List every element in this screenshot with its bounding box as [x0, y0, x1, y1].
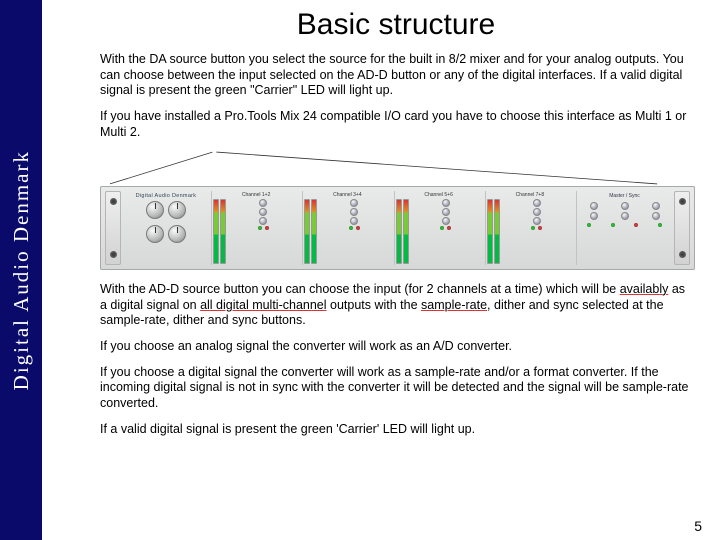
text-run: outputs with the: [327, 298, 422, 312]
rack-brand-label: Digital Audio Denmark: [126, 193, 206, 199]
knob-icon[interactable]: [590, 212, 598, 220]
knob-icon[interactable]: [146, 225, 164, 243]
led-icon: [658, 223, 662, 227]
knob-icon[interactable]: [442, 199, 450, 207]
pointer-lines: [100, 150, 692, 186]
channel-label: Channel 3+4: [304, 192, 390, 198]
channel-group: Channel 3+4: [302, 191, 391, 265]
led-icon: [611, 223, 615, 227]
spellcheck-underline: sample-rate: [421, 298, 487, 312]
level-meter-icon: [494, 199, 500, 264]
level-meter-icon: [213, 199, 219, 264]
channel-label: Channel 5+6: [396, 192, 482, 198]
spellcheck-underline: availably: [620, 282, 669, 296]
channel-label: Channel 1+2: [213, 192, 299, 198]
led-icon: [531, 226, 535, 230]
spellcheck-underline: all digital multi-channel: [200, 298, 326, 312]
knob-icon[interactable]: [146, 201, 164, 219]
page-title: Basic structure: [100, 8, 692, 42]
rack-right-label: Master / Sync: [579, 193, 670, 199]
led-icon: [447, 226, 451, 230]
knob-icon[interactable]: [533, 217, 541, 225]
paragraph-5: If you choose a digital signal the conve…: [100, 365, 692, 412]
led-icon: [587, 223, 591, 227]
knob-icon[interactable]: [259, 208, 267, 216]
knob-icon[interactable]: [621, 202, 629, 210]
rack-figure: Digital Audio Denmark Channel 1+2: [100, 150, 692, 270]
knob-icon[interactable]: [533, 208, 541, 216]
level-meter-icon: [304, 199, 310, 264]
rack-left-section: Digital Audio Denmark: [123, 191, 209, 265]
rack-unit: Digital Audio Denmark Channel 1+2: [100, 186, 695, 270]
knob-icon[interactable]: [259, 199, 267, 207]
led-icon: [258, 226, 262, 230]
led-icon: [440, 226, 444, 230]
rack-right-section: Master / Sync: [576, 191, 672, 265]
knob-icon[interactable]: [442, 208, 450, 216]
led-icon: [356, 226, 360, 230]
channel-group: Channel 5+6: [394, 191, 483, 265]
knob-icon[interactable]: [621, 212, 629, 220]
paragraph-3: With the AD-D source button you can choo…: [100, 282, 692, 329]
rack-ear-left: [105, 191, 121, 265]
paragraph-4: If you choose an analog signal the conve…: [100, 339, 692, 355]
knob-icon[interactable]: [533, 199, 541, 207]
text-run: With the AD-D source button you can choo…: [100, 282, 620, 296]
knob-icon[interactable]: [350, 199, 358, 207]
brand-text: Digital Audio Denmark: [9, 150, 34, 390]
led-icon: [634, 223, 638, 227]
led-icon: [538, 226, 542, 230]
page-number: 5: [694, 518, 702, 534]
slide-page: Basic structure With the DA source butto…: [42, 0, 720, 540]
rack-ear-right: [674, 191, 690, 265]
brand-sidebar: Digital Audio Denmark: [0, 0, 42, 540]
led-icon: [265, 226, 269, 230]
level-meter-icon: [396, 199, 402, 264]
level-meter-icon: [487, 199, 493, 264]
level-meter-icon: [220, 199, 226, 264]
paragraph-2: If you have installed a Pro.Tools Mix 24…: [100, 109, 692, 140]
knob-icon[interactable]: [442, 217, 450, 225]
knob-icon[interactable]: [350, 217, 358, 225]
knob-icon[interactable]: [652, 202, 660, 210]
channel-label: Channel 7+8: [487, 192, 573, 198]
knob-icon[interactable]: [259, 217, 267, 225]
knob-icon[interactable]: [168, 201, 186, 219]
level-meter-icon: [403, 199, 409, 264]
channel-group: Channel 1+2: [211, 191, 300, 265]
knob-icon[interactable]: [350, 208, 358, 216]
paragraph-1: With the DA source button you select the…: [100, 52, 692, 99]
paragraph-6: If a valid digital signal is present the…: [100, 422, 692, 438]
knob-icon[interactable]: [652, 212, 660, 220]
knob-icon[interactable]: [168, 225, 186, 243]
level-meter-icon: [311, 199, 317, 264]
channel-group: Channel 7+8: [485, 191, 574, 265]
knob-icon[interactable]: [590, 202, 598, 210]
led-icon: [349, 226, 353, 230]
